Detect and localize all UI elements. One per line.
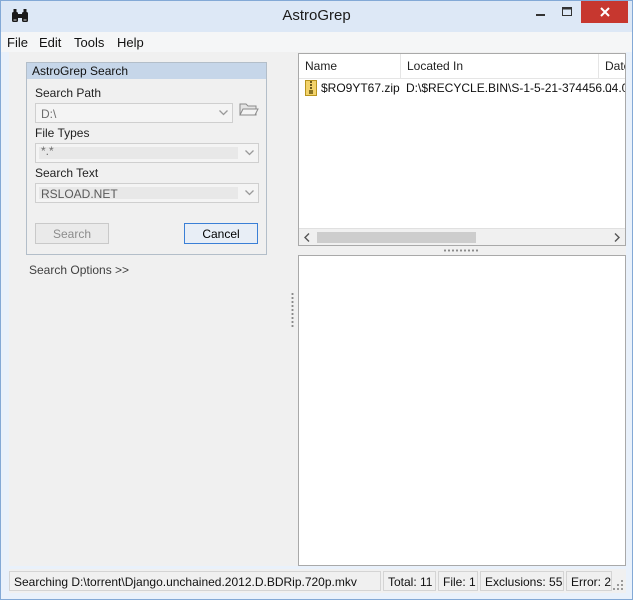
minimize-button[interactable]	[527, 1, 554, 23]
menu-tools[interactable]: Tools	[74, 35, 104, 50]
zip-file-icon	[305, 80, 317, 96]
search-text-combo[interactable]: RSLOAD.NET	[35, 183, 259, 203]
cancel-button[interactable]: Cancel	[184, 223, 258, 244]
search-group: AstroGrep Search Search Path D:\ File Ty…	[26, 62, 267, 255]
search-path-label: Search Path	[35, 86, 102, 100]
close-icon	[599, 7, 610, 17]
file-types-inner	[39, 147, 238, 159]
menu-bar: File Edit Tools Help	[1, 32, 632, 52]
search-button[interactable]: Search	[35, 223, 109, 244]
status-total: Total: 11	[383, 571, 436, 591]
status-message: Searching D:\torrent\Django.unchained.20…	[9, 571, 381, 591]
menu-help[interactable]: Help	[117, 35, 144, 50]
search-text-value: RSLOAD.NET	[41, 187, 118, 201]
search-path-value: D:\	[41, 107, 57, 121]
client-area: AstroGrep Search Search Path D:\ File Ty…	[9, 52, 626, 566]
status-exclusions: Exclusions: 555	[480, 571, 564, 591]
app-window: AstroGrep File Edit Tools Help AstroGrep…	[0, 0, 633, 600]
file-types-value: *.*	[41, 144, 54, 158]
maximize-button[interactable]	[553, 1, 580, 23]
scroll-left-icon[interactable]	[300, 231, 314, 243]
resize-grip-icon[interactable]	[613, 580, 624, 591]
file-types-label: File Types	[35, 126, 90, 140]
table-row[interactable]: $RO9YT67.zip D:\$RECYCLE.BIN\S-1-5-21-37…	[299, 80, 625, 98]
file-preview-pane[interactable]	[298, 255, 626, 566]
search-path-combo[interactable]: D:\	[35, 103, 233, 123]
column-header-located-in[interactable]: Located In	[401, 54, 599, 78]
column-header-date[interactable]: Date	[599, 54, 625, 78]
horizontal-splitter-handle[interactable]	[443, 249, 479, 252]
header-divider	[299, 78, 625, 79]
minimize-icon	[535, 14, 545, 16]
title-bar: AstroGrep	[1, 1, 632, 32]
chevron-down-icon[interactable]	[240, 144, 258, 162]
file-types-combo[interactable]: *.*	[35, 143, 259, 163]
scroll-right-icon[interactable]	[610, 231, 624, 243]
result-located-in: D:\$RECYCLE.BIN\S-1-5-21-374456...	[406, 81, 613, 95]
maximize-icon	[561, 7, 572, 16]
menu-file[interactable]: File	[7, 35, 28, 50]
result-date: 04.0	[605, 81, 625, 95]
status-bar: Searching D:\torrent\Django.unchained.20…	[9, 569, 626, 593]
search-options-link[interactable]: Search Options >>	[29, 263, 129, 277]
status-error: Error: 2	[566, 571, 612, 591]
result-name: $RO9YT67.zip	[321, 81, 400, 95]
search-group-header: AstroGrep Search	[27, 63, 266, 79]
status-file: File: 1	[438, 571, 478, 591]
chevron-down-icon[interactable]	[214, 104, 232, 122]
vertical-splitter-handle[interactable]	[291, 292, 294, 328]
menu-edit[interactable]: Edit	[39, 35, 61, 50]
folder-open-icon[interactable]	[239, 101, 259, 117]
search-text-label: Search Text	[35, 166, 99, 180]
close-button[interactable]	[581, 1, 628, 23]
results-list[interactable]: Name Located In Date $RO9YT67.zip D:\$RE…	[298, 53, 626, 246]
horizontal-scrollbar[interactable]	[299, 228, 625, 245]
column-header-name[interactable]: Name	[299, 54, 401, 78]
chevron-down-icon[interactable]	[240, 184, 258, 202]
scrollbar-thumb[interactable]	[317, 232, 476, 243]
